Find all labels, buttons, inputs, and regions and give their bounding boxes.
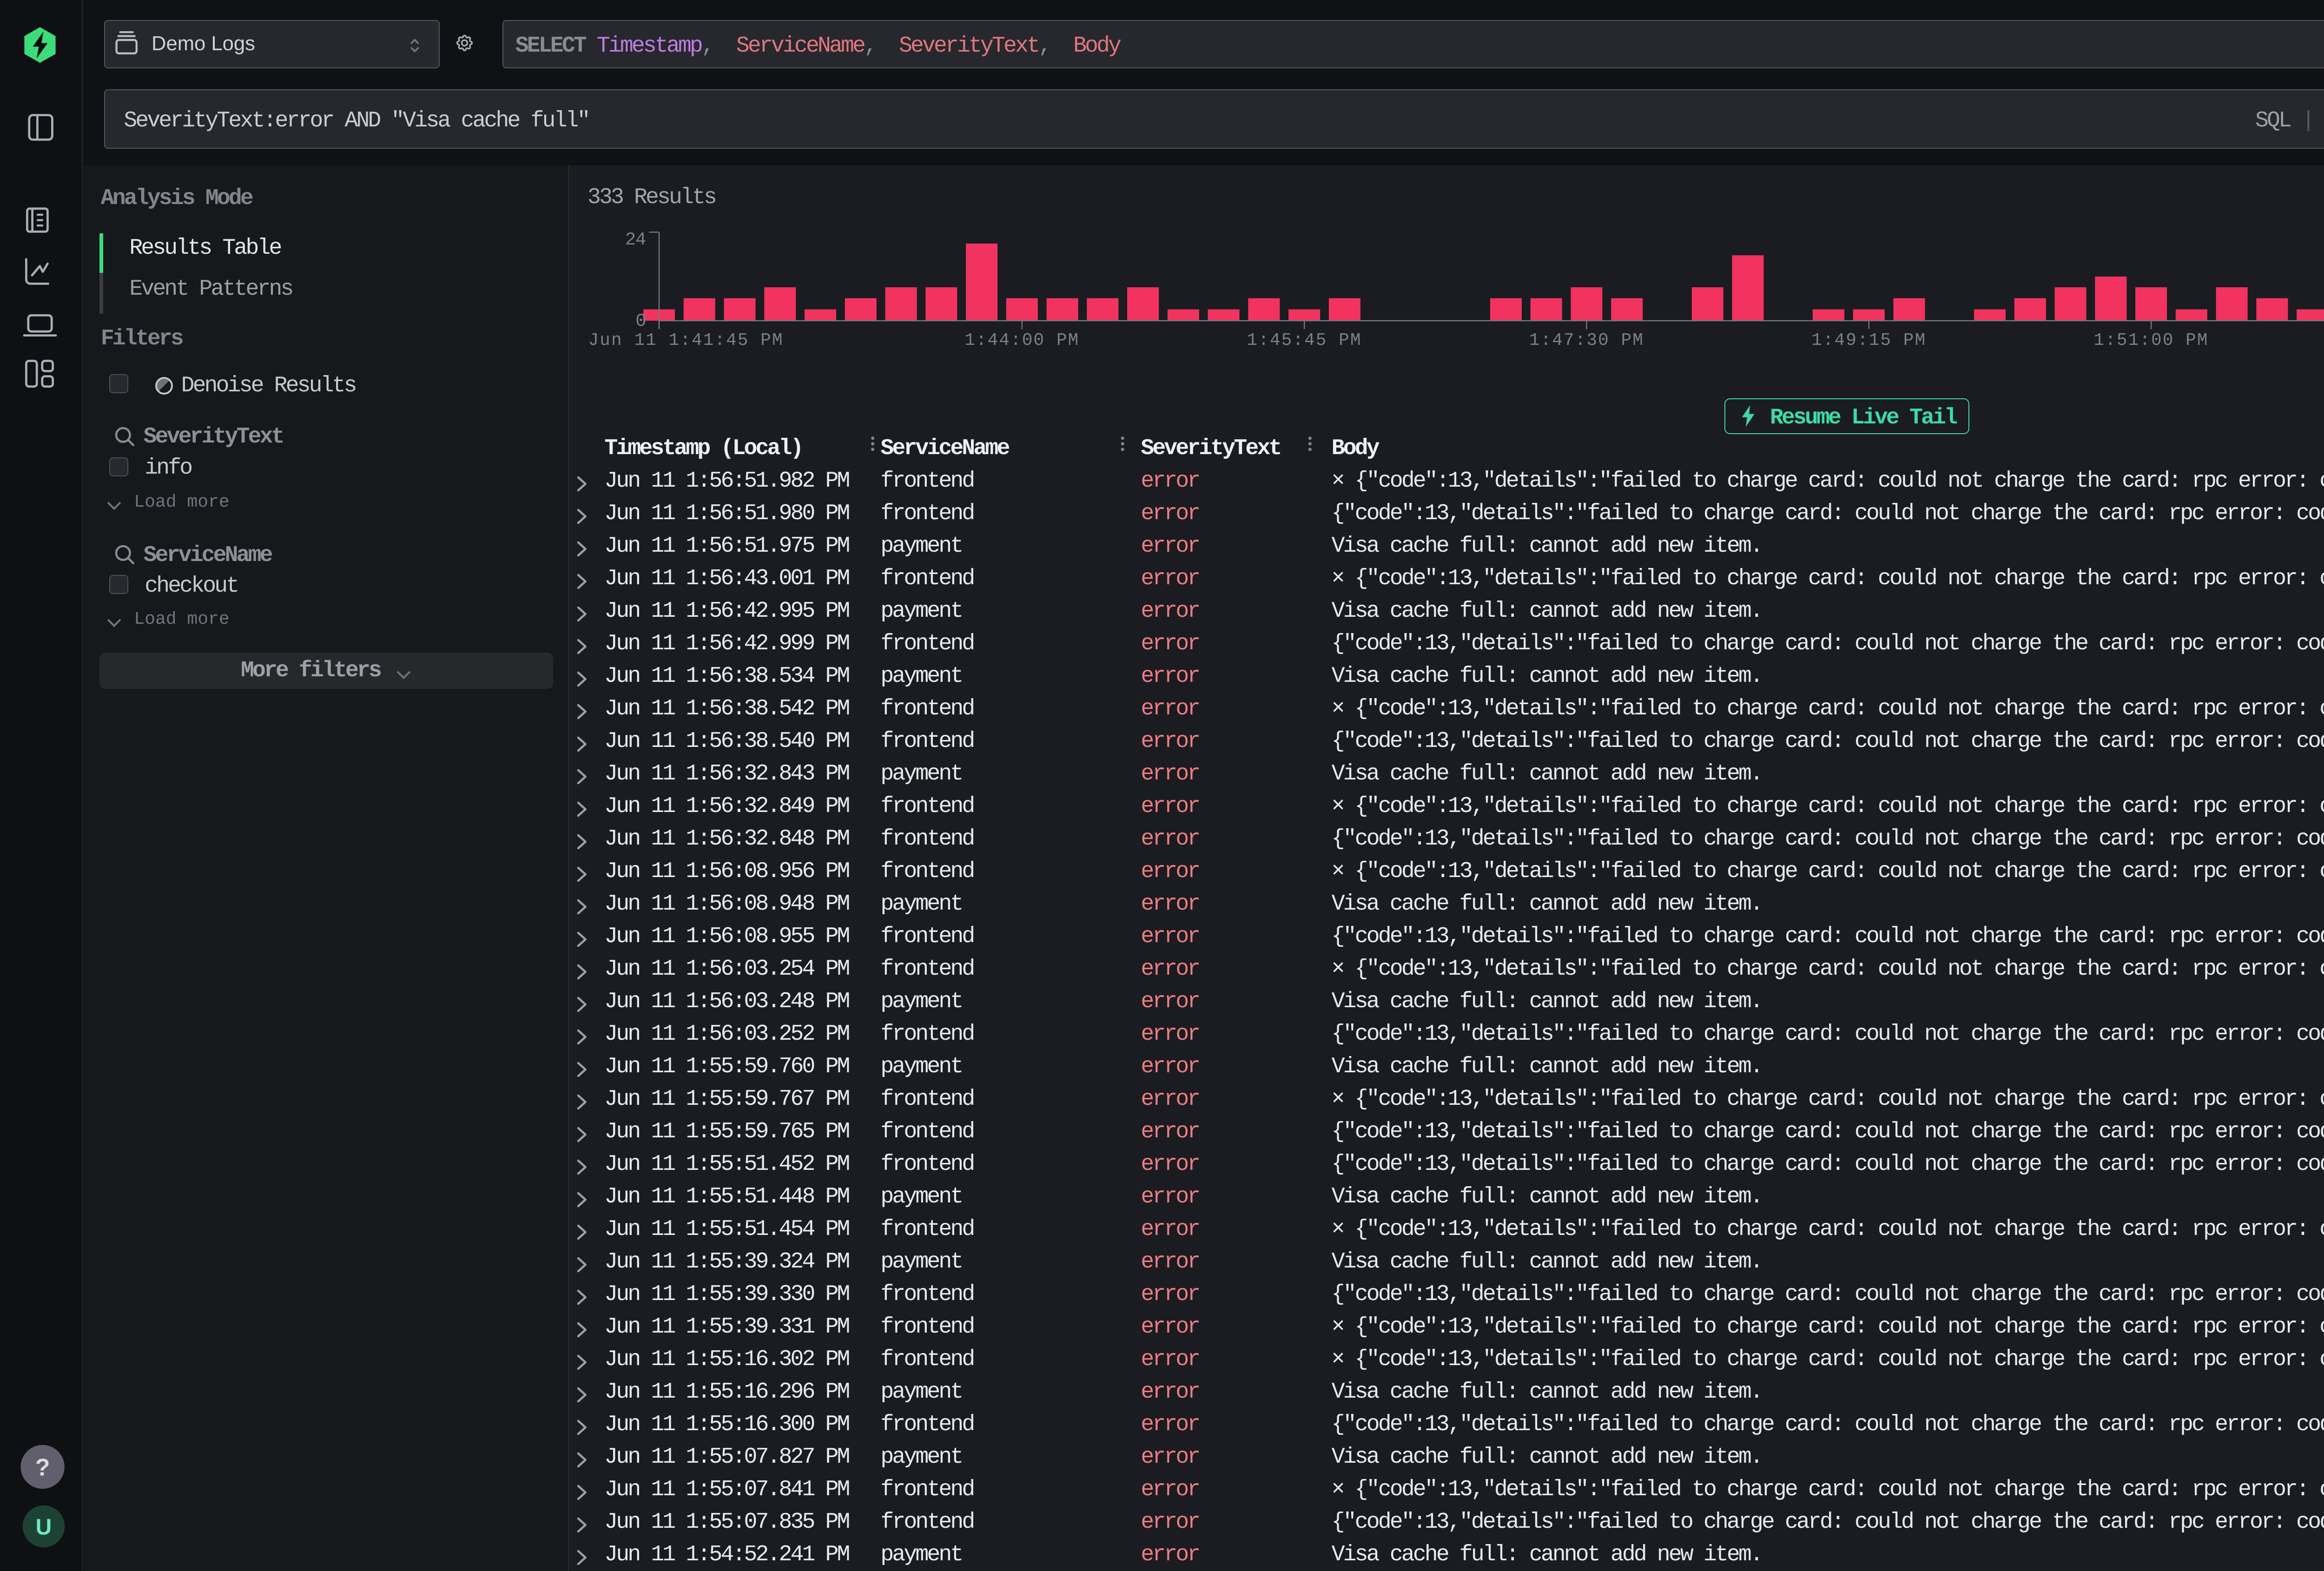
svg-text:?: ? (35, 1454, 50, 1481)
svg-text:U: U (36, 1515, 52, 1540)
